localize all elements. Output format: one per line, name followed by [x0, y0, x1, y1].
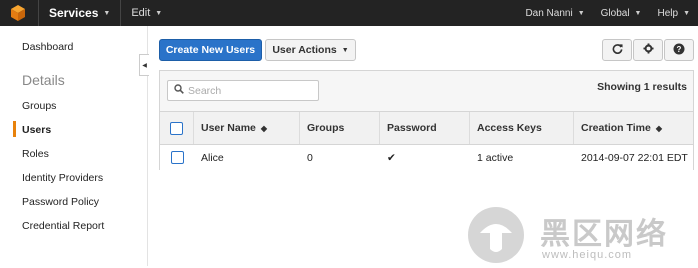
gear-icon	[642, 43, 654, 57]
search-input[interactable]	[188, 84, 308, 97]
services-menu[interactable]: Services ▼	[39, 0, 120, 26]
chevron-down-icon: ▼	[683, 9, 690, 17]
edit-menu[interactable]: Edit ▼	[121, 0, 172, 26]
sidebar-item-credential-report[interactable]: Credential Report	[22, 220, 104, 232]
sidebar-item-identity-providers[interactable]: Identity Providers	[22, 172, 103, 184]
header-label: Creation Time	[581, 122, 651, 134]
refresh-icon	[612, 43, 623, 57]
sidebar-section-title: Details	[22, 72, 65, 88]
svg-text:?: ?	[677, 45, 682, 54]
select-all-cell	[160, 112, 194, 144]
column-header-access-keys: Access Keys	[470, 112, 574, 144]
user-actions-label: User Actions	[272, 44, 337, 56]
header-label: Access Keys	[477, 122, 542, 134]
users-table: User Name ◆ Groups Password Access Keys C…	[160, 111, 693, 170]
chevron-down-icon: ▼	[341, 46, 349, 54]
settings-button[interactable]	[633, 39, 663, 61]
help-button[interactable]: ?	[664, 39, 694, 61]
active-indicator	[13, 121, 16, 137]
create-new-users-button[interactable]: Create New Users	[159, 39, 262, 61]
cell-groups: 0	[307, 151, 313, 164]
table-row[interactable]: Alice 0 ✔ 1 active 2014-09-07 22:01 EDT	[160, 145, 693, 170]
account-menus: Dan Nanni ▼ Global ▼ Help ▼	[517, 0, 698, 26]
sort-icon: ◆	[655, 123, 662, 133]
watermark: 黑区网络 www.heiqu.com	[462, 205, 698, 266]
aws-cube-icon[interactable]	[8, 4, 28, 22]
sidebar-item-groups[interactable]: Groups	[22, 100, 56, 112]
help-menu[interactable]: Help ▼	[649, 0, 698, 26]
user-name-label: Dan Nanni	[525, 7, 573, 19]
region-label: Global	[600, 7, 630, 19]
sidebar: Dashboard Details Groups Users Roles Ide…	[0, 26, 148, 266]
watermark-logo-icon	[466, 205, 526, 265]
help-icon: ?	[673, 43, 685, 58]
watermark-url: www.heiqu.com	[542, 249, 633, 261]
column-header-user-name[interactable]: User Name ◆	[194, 112, 300, 144]
header-label: Password	[387, 122, 437, 134]
column-header-creation-time[interactable]: Creation Time ◆	[574, 112, 693, 144]
help-label: Help	[657, 7, 679, 19]
sidebar-item-roles[interactable]: Roles	[22, 148, 49, 160]
users-panel: Showing 1 results User Name ◆ Groups Pass…	[159, 70, 694, 170]
table-header: User Name ◆ Groups Password Access Keys C…	[160, 111, 693, 145]
row-select-cell	[160, 145, 194, 170]
region-menu[interactable]: Global ▼	[593, 0, 650, 26]
user-menu[interactable]: Dan Nanni ▼	[517, 0, 592, 26]
row-checkbox[interactable]	[170, 151, 184, 164]
column-header-groups: Groups	[300, 112, 380, 144]
chevron-down-icon: ▼	[103, 9, 111, 17]
column-header-password: Password	[380, 112, 470, 144]
watermark-title: 黑区网络	[540, 217, 668, 252]
results-count: Showing 1 results	[597, 81, 687, 93]
cell-creation-time: 2014-09-07 22:01 EDT	[581, 151, 688, 164]
services-label: Services	[49, 6, 99, 20]
cell-user-name[interactable]: Alice	[194, 145, 300, 170]
edit-label: Edit	[131, 7, 151, 19]
top-navigation-bar: Services ▼ Edit ▼ Dan Nanni ▼ Global ▼ H…	[0, 0, 698, 26]
chevron-down-icon: ▼	[577, 9, 585, 17]
sidebar-item-password-policy[interactable]: Password Policy	[22, 196, 99, 208]
search-box[interactable]	[167, 80, 319, 101]
header-label: User Name	[201, 122, 256, 134]
cell-password: ✔	[387, 151, 396, 164]
chevron-down-icon: ▼	[634, 9, 642, 17]
select-all-checkbox[interactable]	[170, 121, 183, 135]
cell-access-keys: 1 active	[477, 151, 514, 164]
user-actions-button[interactable]: User Actions ▼	[265, 39, 356, 61]
sort-icon: ◆	[260, 123, 268, 133]
sidebar-item-dashboard[interactable]: Dashboard	[22, 41, 73, 53]
sidebar-item-users[interactable]: Users	[22, 124, 51, 136]
chevron-down-icon: ▼	[155, 9, 163, 17]
collapse-sidebar-button[interactable]: ◀	[139, 54, 149, 76]
refresh-button[interactable]	[602, 39, 632, 61]
header-label: Groups	[307, 122, 345, 134]
search-icon	[174, 84, 184, 97]
